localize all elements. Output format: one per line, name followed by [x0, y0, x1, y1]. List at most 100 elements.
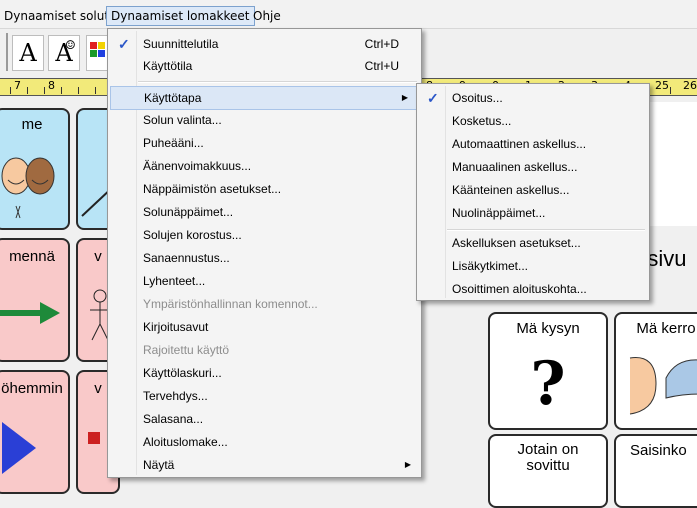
menu-item-shortcut: Ctrl+D: [364, 37, 399, 51]
menu-item-label: Aloituslomake...: [143, 435, 228, 449]
menu-item-label: Askelluksen asetukset...: [452, 236, 581, 250]
ruler-number: 7: [14, 79, 21, 92]
menu-bar: Dynaamiset solut Dynaamiset lomakkeet Oh…: [0, 0, 697, 29]
ruler-number: 25: [655, 79, 669, 92]
check-icon: ✓: [427, 90, 439, 106]
menu-item-label: Puheääni...: [143, 136, 204, 150]
cell-label: Saisinko: [630, 442, 687, 459]
text-icon: A: [19, 39, 37, 67]
people-symbol-icon: [1, 157, 55, 219]
menu-item-ymparistonhallinnan-komennot: Ympäristönhallinnan komennot...: [108, 293, 421, 315]
menu-item-kirjoitusavut[interactable]: Kirjoitusavut: [108, 316, 421, 338]
menu-ohje[interactable]: Ohje: [249, 7, 285, 25]
text-symbol-button[interactable]: A ☺: [48, 35, 80, 71]
menu-item-nappaimiston-asetukset[interactable]: Näppäimistön asetukset...: [108, 178, 421, 200]
ruler-number: 8: [48, 79, 55, 92]
text-button[interactable]: A: [12, 35, 44, 71]
menu-item-label: Käyttötila: [143, 59, 193, 73]
menu-item-label: Osoittimen aloituskohta...: [452, 282, 587, 296]
menu-item-label: Solunäppäimet...: [143, 205, 234, 219]
submenu-item-lisakytkimet[interactable]: Lisäkytkimet...: [417, 255, 649, 277]
menu-item-shortcut: Ctrl+U: [364, 59, 399, 73]
submenu-arrow-icon: ▶: [404, 460, 411, 469]
menu-item-solujen-korostus[interactable]: Solujen korostus...: [108, 224, 421, 246]
submenu-arrow-icon: ▶: [401, 93, 408, 102]
menu-item-label: Suunnittelutila: [143, 37, 219, 51]
menu-item-label: Nuolinäppäimet...: [452, 206, 546, 220]
menu-dynaamiset-solut[interactable]: Dynaamiset solut: [0, 7, 113, 25]
smiley-icon: ☺: [65, 38, 76, 52]
question-mark-icon: ?: [530, 349, 566, 419]
cell-label: Mä kysyn: [516, 320, 580, 337]
menu-item-label: Sanaennustus...: [143, 251, 230, 265]
speaking-face-icon: [629, 357, 697, 415]
cell-myohemmin[interactable]: öhemmin: [0, 370, 70, 494]
cell-ma-kysyn[interactable]: Mä kysyn ?: [488, 312, 608, 430]
cell-label: Jotain on sovittu: [517, 441, 579, 474]
play-triangle-icon: [2, 422, 36, 474]
cell-label: öhemmin: [1, 380, 63, 397]
submenu-item-kaanteinen-askellus[interactable]: Käänteinen askellus...: [417, 179, 649, 201]
menu-dynaamiset-lomakkeet[interactable]: Dynaamiset lomakkeet: [106, 6, 255, 26]
menu-item-label: Kosketus...: [452, 114, 512, 128]
menu-item-kayttotila[interactable]: Käyttötila Ctrl+U: [108, 55, 421, 77]
menu-item-aanenvoimakkuus[interactable]: Äänenvoimakkuus...: [108, 155, 421, 177]
toolbar-grip: [6, 33, 8, 71]
menu-item-puheaani[interactable]: Puheääni...: [108, 132, 421, 154]
menu-item-solun-valinta[interactable]: Solun valinta...: [108, 109, 421, 131]
menu-item-sanaennustus[interactable]: Sanaennustus...: [108, 247, 421, 269]
menu-item-label: Käänteinen askellus...: [452, 183, 570, 197]
menu-item-label: Näytä: [143, 458, 175, 472]
menu-item-kayttolaskuri[interactable]: Käyttölaskuri...: [108, 362, 421, 384]
menu-separator: [447, 229, 645, 231]
menu-item-label: Käyttötapa: [144, 91, 202, 105]
menu-item-label: Tervehdys...: [143, 389, 208, 403]
menu-item-label: Ympäristönhallinnan komennot...: [143, 297, 318, 311]
submenu-item-kosketus[interactable]: Kosketus...: [417, 110, 649, 132]
ruler-number: 26: [683, 79, 697, 92]
cell-saisinko[interactable]: Saisinko: [614, 434, 697, 508]
menu-item-label: Solujen korostus...: [143, 228, 242, 242]
menu-item-label: Lyhenteet...: [143, 274, 206, 288]
menu-item-tervehdys[interactable]: Tervehdys...: [108, 385, 421, 407]
menu-item-label: Käyttölaskuri...: [143, 366, 222, 380]
menu-item-rajoitettu-kaytto: Rajoitettu käyttö: [108, 339, 421, 361]
arrow-right-icon: [0, 302, 60, 324]
menu-item-label: Rajoitettu käyttö: [143, 343, 230, 357]
submenu-item-osoitus[interactable]: ✓ Osoitus...: [417, 87, 649, 109]
cell-label: me: [21, 116, 43, 133]
menu-item-label: Salasana...: [143, 412, 204, 426]
menu-item-suunnittelutila[interactable]: ✓ Suunnittelutila Ctrl+D: [108, 33, 421, 55]
menu-item-label: Lisäkytkimet...: [452, 259, 529, 273]
menu-item-nayta[interactable]: Näytä ▶: [108, 454, 421, 476]
menu-item-solunappaimet[interactable]: Solunäppäimet...: [108, 201, 421, 223]
menu-item-lyhenteet[interactable]: Lyhenteet...: [108, 270, 421, 292]
menu-item-label: Solun valinta...: [143, 113, 222, 127]
submenu-item-nuolinappaimet[interactable]: Nuolinäppäimet...: [417, 202, 649, 224]
cell-jotain-on-sovittu[interactable]: Jotain on sovittu: [488, 434, 608, 508]
cell-ma-kerron[interactable]: Mä kerro: [614, 312, 697, 430]
dynaamiset-lomakkeet-menu: ✓ Suunnittelutila Ctrl+D Käyttötila Ctrl…: [107, 28, 422, 478]
kayttotapa-submenu: ✓ Osoitus... Kosketus... Automaattinen a…: [416, 83, 650, 301]
menu-item-kayttotapa[interactable]: Käyttötapa ▶: [110, 86, 419, 110]
cell-label: Mä kerro: [636, 320, 696, 337]
submenu-item-automaattinen-askellus[interactable]: Automaattinen askellus...: [417, 133, 649, 155]
cell-label: mennä: [9, 248, 55, 265]
menu-item-label: Automaattinen askellus...: [452, 137, 587, 151]
menu-item-label: Äänenvoimakkuus...: [143, 159, 252, 173]
submenu-item-manuaalinen-askellus[interactable]: Manuaalinen askellus...: [417, 156, 649, 178]
menu-item-label: Osoitus...: [452, 91, 503, 105]
menu-separator: [138, 81, 417, 83]
submenu-item-askelluksen-asetukset[interactable]: Askelluksen asetukset...: [417, 232, 649, 254]
menu-item-label: Näppäimistön asetukset...: [143, 182, 282, 196]
check-icon: ✓: [118, 36, 130, 52]
color-palette-icon: [90, 42, 105, 57]
menu-item-aloituslomake[interactable]: Aloituslomake...: [108, 431, 421, 453]
submenu-item-osoittimen-aloituskohta[interactable]: Osoittimen aloituskohta...: [417, 278, 649, 300]
cell-me[interactable]: me: [0, 108, 70, 230]
menu-item-label: Kirjoitusavut: [143, 320, 209, 334]
menu-item-salasana[interactable]: Salasana...: [108, 408, 421, 430]
cell-menna[interactable]: mennä: [0, 238, 70, 362]
page-edge: [648, 102, 697, 226]
menu-item-label: Manuaalinen askellus...: [452, 160, 578, 174]
